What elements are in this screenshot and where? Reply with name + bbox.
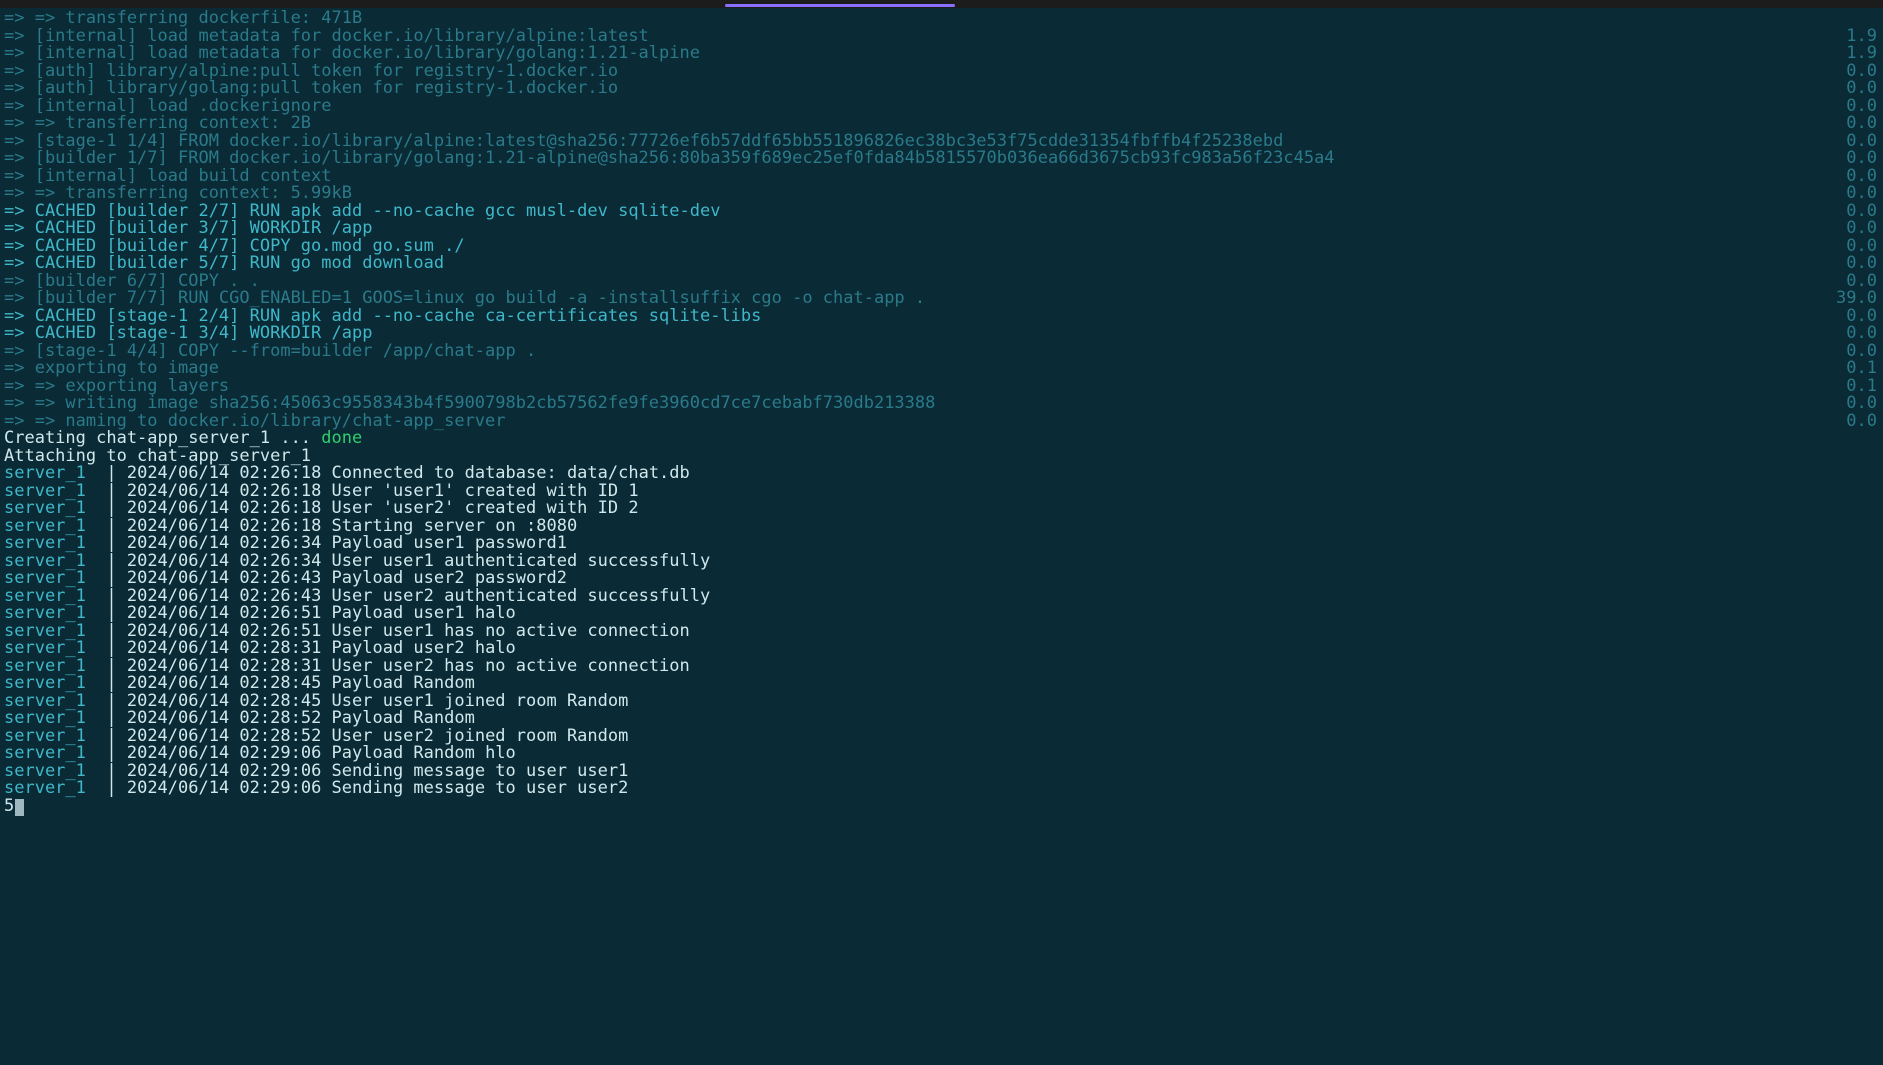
terminal-output[interactable]: => => transferring dockerfile: 471B => [i… xyxy=(0,8,1883,820)
build-line: => => transferring context: 5.99kB 0.0 xyxy=(4,185,1879,203)
build-line: => [builder 7/7] RUN CGO_ENABLED=1 GOOS=… xyxy=(4,290,1879,308)
build-line: => => transferring context: 2B 0.0 xyxy=(4,115,1879,133)
build-line-text: => => transferring context: 2B xyxy=(4,115,311,133)
log-message: 2024/06/14 02:29:06 Sending message to u… xyxy=(127,778,629,798)
build-line-time: 0.0 xyxy=(1846,115,1879,133)
build-line-time: 0.0 xyxy=(1846,220,1879,238)
build-line-time: 0.0 xyxy=(1846,325,1879,343)
build-line-time: 0.0 xyxy=(1846,80,1879,98)
build-line-text: => exporting to image xyxy=(4,360,219,378)
build-line-time: 0.0 xyxy=(1846,150,1879,168)
build-line-text: => [auth] library/golang:pull token for … xyxy=(4,80,618,98)
creating-done: done xyxy=(321,428,362,448)
creating-prefix: Creating chat-app_server_1 ... xyxy=(4,428,321,448)
build-line-time xyxy=(1877,10,1879,28)
build-line-text: => => transferring dockerfile: 471B xyxy=(4,10,362,28)
cursor xyxy=(15,799,24,816)
build-line: => CACHED [stage-1 3/4] WORKDIR /app 0.0 xyxy=(4,325,1879,343)
window-titlebar xyxy=(0,0,1883,8)
build-line-text: => [builder 7/7] RUN CGO_ENABLED=1 GOOS=… xyxy=(4,290,925,308)
build-line-text: => => transferring context: 5.99kB xyxy=(4,185,352,203)
build-line-text: => [builder 1/7] FROM docker.io/library/… xyxy=(4,150,1335,168)
build-line: => [auth] library/golang:pull token for … xyxy=(4,80,1879,98)
build-line: => [builder 1/7] FROM docker.io/library/… xyxy=(4,150,1879,168)
build-line-time: 1.9 xyxy=(1846,45,1879,63)
build-line-time: 0.0 xyxy=(1846,185,1879,203)
build-line: => CACHED [builder 5/7] RUN go mod downl… xyxy=(4,255,1879,273)
compose-creating-line: Creating chat-app_server_1 ... done xyxy=(4,430,1879,448)
prompt-char: 5 xyxy=(4,796,14,816)
build-line-text: => => writing image sha256:45063c9558343… xyxy=(4,395,935,413)
active-tab-indicator xyxy=(725,4,955,7)
build-line-time: 39.0 xyxy=(1836,290,1879,308)
build-line: => [internal] load metadata for docker.i… xyxy=(4,45,1879,63)
prompt-line[interactable]: 5 xyxy=(4,798,1879,816)
build-line: => => transferring dockerfile: 471B xyxy=(4,10,1879,28)
build-line-text: => CACHED [builder 3/7] WORKDIR /app xyxy=(4,220,372,238)
build-line-text: => CACHED [builder 5/7] RUN go mod downl… xyxy=(4,255,444,273)
log-source: server_1 xyxy=(4,778,86,798)
build-line: => => writing image sha256:45063c9558343… xyxy=(4,395,1879,413)
build-line: => exporting to image 0.1 xyxy=(4,360,1879,378)
build-line-time: 0.0 xyxy=(1846,413,1879,431)
build-line-text: => [internal] load metadata for docker.i… xyxy=(4,45,700,63)
build-line-time: 0.0 xyxy=(1846,395,1879,413)
build-line: => CACHED [builder 3/7] WORKDIR /app 0.0 xyxy=(4,220,1879,238)
build-line: => [stage-1 4/4] COPY --from=builder /ap… xyxy=(4,343,1879,361)
log-pipe: | xyxy=(86,778,127,798)
build-line-time: 0.0 xyxy=(1846,255,1879,273)
build-line-time: 0.1 xyxy=(1846,360,1879,378)
build-line-text: => CACHED [stage-1 3/4] WORKDIR /app xyxy=(4,325,372,343)
log-line: server_1 | 2024/06/14 02:29:06 Sending m… xyxy=(4,780,1879,798)
